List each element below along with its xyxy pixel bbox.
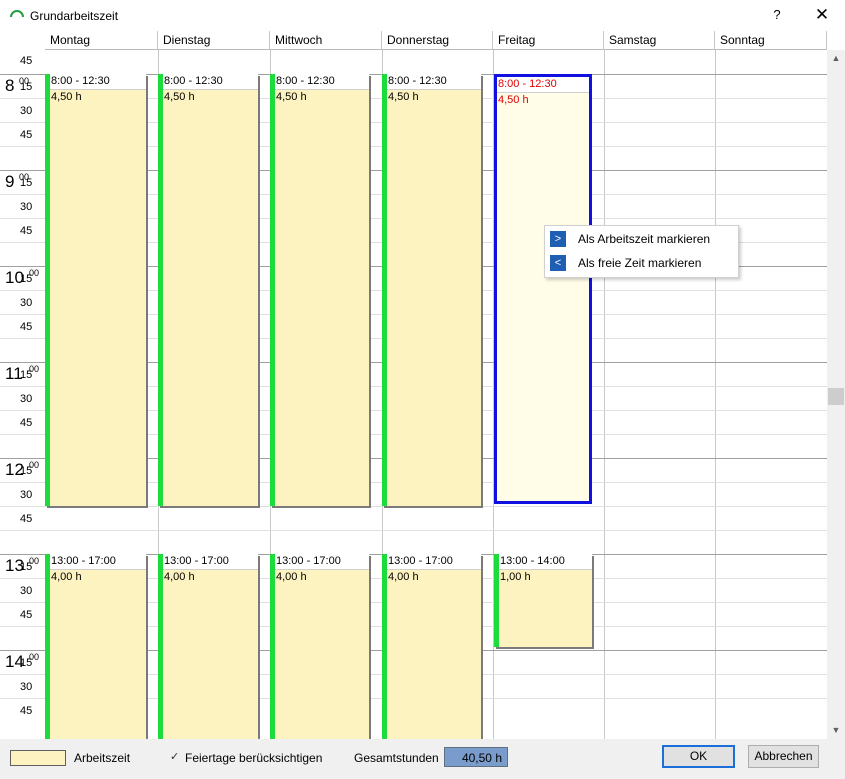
day-header-montag[interactable]: Montag bbox=[45, 31, 158, 50]
work-block-donnerstag-morning[interactable]: 8:00 - 12:30 4,50 h bbox=[382, 74, 481, 506]
work-block-dienstag-afternoon[interactable]: 13:00 - 17:00 4,00 h bbox=[158, 554, 258, 739]
day-header-freitag[interactable]: Freitag bbox=[493, 31, 604, 50]
minute-label: 45 bbox=[20, 129, 33, 141]
menu-item-mark-work-time[interactable]: > Als Arbeitszeit markieren bbox=[545, 227, 738, 251]
hour-label: 8 bbox=[5, 76, 15, 95]
column-divider bbox=[715, 50, 716, 739]
work-block-time: 8:00 - 12:30 bbox=[275, 74, 369, 90]
work-block-freitag-morning-selected[interactable]: 8:00 - 12:30 4,50 h bbox=[494, 74, 592, 504]
menu-item-mark-free-time[interactable]: < Als freie Zeit markieren bbox=[545, 251, 738, 275]
minute-label: 30 bbox=[20, 297, 33, 309]
work-block-montag-afternoon[interactable]: 13:00 - 17:00 4,00 h bbox=[45, 554, 146, 739]
scroll-thumb[interactable] bbox=[828, 388, 844, 405]
minute-label: 30 bbox=[20, 393, 33, 405]
work-block-mittwoch-morning[interactable]: 8:00 - 12:30 4,50 h bbox=[270, 74, 369, 506]
title-bar: Grundarbeitszeit ? ✕ bbox=[0, 0, 845, 31]
work-block-montag-morning[interactable]: 8:00 - 12:30 4,50 h bbox=[45, 74, 146, 506]
minute-label: 30 bbox=[20, 585, 33, 597]
day-header-donnerstag[interactable]: Donnerstag bbox=[382, 31, 493, 50]
chevron-right-icon: > bbox=[550, 231, 566, 247]
minute-label: 15 bbox=[20, 273, 33, 285]
work-block-hours: 4,00 h bbox=[51, 571, 82, 583]
scroll-down-arrow[interactable]: ▼ bbox=[827, 722, 845, 739]
day-header-sonntag[interactable]: Sonntag bbox=[715, 31, 827, 50]
minute-label: 15 bbox=[20, 177, 33, 189]
work-block-hours: 1,00 h bbox=[500, 571, 531, 583]
day-header-mittwoch[interactable]: Mittwoch bbox=[270, 31, 382, 50]
work-block-time: 8:00 - 12:30 bbox=[387, 74, 481, 90]
quarter-line bbox=[0, 506, 827, 507]
minute-label: 15 bbox=[20, 657, 33, 669]
work-block-time: 13:00 - 14:00 bbox=[499, 554, 592, 570]
holiday-checkbox-label[interactable]: Feiertage berücksichtigen bbox=[185, 751, 322, 765]
minute-label: 30 bbox=[20, 201, 33, 213]
week-calendar[interactable]: Montag Dienstag Mittwoch Donnerstag Frei… bbox=[0, 31, 845, 739]
menu-item-label: Als freie Zeit markieren bbox=[578, 256, 702, 270]
legend-label: Arbeitszeit bbox=[74, 751, 131, 765]
work-block-time: 13:00 - 17:00 bbox=[275, 554, 369, 570]
work-block-donnerstag-afternoon[interactable]: 13:00 - 17:00 4,00 h bbox=[382, 554, 481, 739]
ok-button[interactable]: OK bbox=[662, 745, 735, 768]
menu-item-label: Als Arbeitszeit markieren bbox=[578, 232, 711, 246]
minute-label: 45 bbox=[20, 55, 33, 67]
scroll-up-arrow[interactable]: ▲ bbox=[827, 50, 845, 67]
work-block-time: 13:00 - 17:00 bbox=[50, 554, 146, 570]
work-block-hours: 4,50 h bbox=[498, 94, 529, 106]
minute-label: 45 bbox=[20, 225, 33, 237]
app-icon bbox=[10, 10, 24, 18]
work-block-time: 8:00 - 12:30 bbox=[50, 74, 146, 90]
column-divider bbox=[604, 50, 605, 739]
work-block-time: 13:00 - 17:00 bbox=[387, 554, 481, 570]
minute-label: 15 bbox=[20, 81, 33, 93]
minute-label: 15 bbox=[20, 369, 33, 381]
total-hours-value: 40,50 h bbox=[444, 747, 508, 767]
holiday-checkbox[interactable]: ✓ bbox=[170, 752, 180, 763]
context-menu: > Als Arbeitszeit markieren < Als freie … bbox=[544, 225, 739, 278]
chevron-left-icon: < bbox=[550, 255, 566, 271]
work-block-hours: 4,50 h bbox=[51, 91, 82, 103]
quarter-line bbox=[0, 530, 827, 531]
minute-label: 45 bbox=[20, 705, 33, 717]
minute-label: 30 bbox=[20, 105, 33, 117]
work-block-hours: 4,50 h bbox=[276, 91, 307, 103]
total-hours-label: Gesamtstunden bbox=[354, 751, 439, 765]
work-block-time: 13:00 - 17:00 bbox=[163, 554, 258, 570]
work-block-hours: 4,00 h bbox=[388, 571, 419, 583]
minute-label: 30 bbox=[20, 489, 33, 501]
minute-label: 45 bbox=[20, 417, 33, 429]
minute-label: 15 bbox=[20, 561, 33, 573]
day-header-samstag[interactable]: Samstag bbox=[604, 31, 715, 50]
hour-label: 9 bbox=[5, 172, 15, 191]
minute-label: 45 bbox=[20, 513, 33, 525]
work-block-time: 8:00 - 12:30 bbox=[163, 74, 258, 90]
vertical-scrollbar[interactable]: ▲ ▼ bbox=[827, 50, 845, 739]
window-title: Grundarbeitszeit bbox=[30, 9, 119, 23]
work-block-freitag-afternoon[interactable]: 13:00 - 14:00 1,00 h bbox=[494, 554, 592, 647]
work-block-dienstag-morning[interactable]: 8:00 - 12:30 4,50 h bbox=[158, 74, 258, 506]
minute-label: 45 bbox=[20, 321, 33, 333]
minute-label: 15 bbox=[20, 465, 33, 477]
close-button[interactable]: ✕ bbox=[806, 2, 838, 28]
cancel-button[interactable]: Abbrechen bbox=[748, 745, 819, 768]
work-block-mittwoch-afternoon[interactable]: 13:00 - 17:00 4,00 h bbox=[270, 554, 369, 739]
work-block-hours: 4,00 h bbox=[276, 571, 307, 583]
minute-label: 45 bbox=[20, 609, 33, 621]
legend-swatch bbox=[10, 750, 66, 766]
minute-label: 30 bbox=[20, 681, 33, 693]
header-corner bbox=[0, 31, 45, 51]
footer-bar: Arbeitszeit ✓ Feiertage berücksichtigen … bbox=[0, 739, 845, 779]
work-block-hours: 4,50 h bbox=[388, 91, 419, 103]
work-block-hours: 4,50 h bbox=[164, 91, 195, 103]
work-block-time: 8:00 - 12:30 bbox=[497, 77, 589, 93]
day-header-dienstag[interactable]: Dienstag bbox=[158, 31, 270, 50]
help-button[interactable]: ? bbox=[765, 2, 789, 28]
work-block-hours: 4,00 h bbox=[164, 571, 195, 583]
